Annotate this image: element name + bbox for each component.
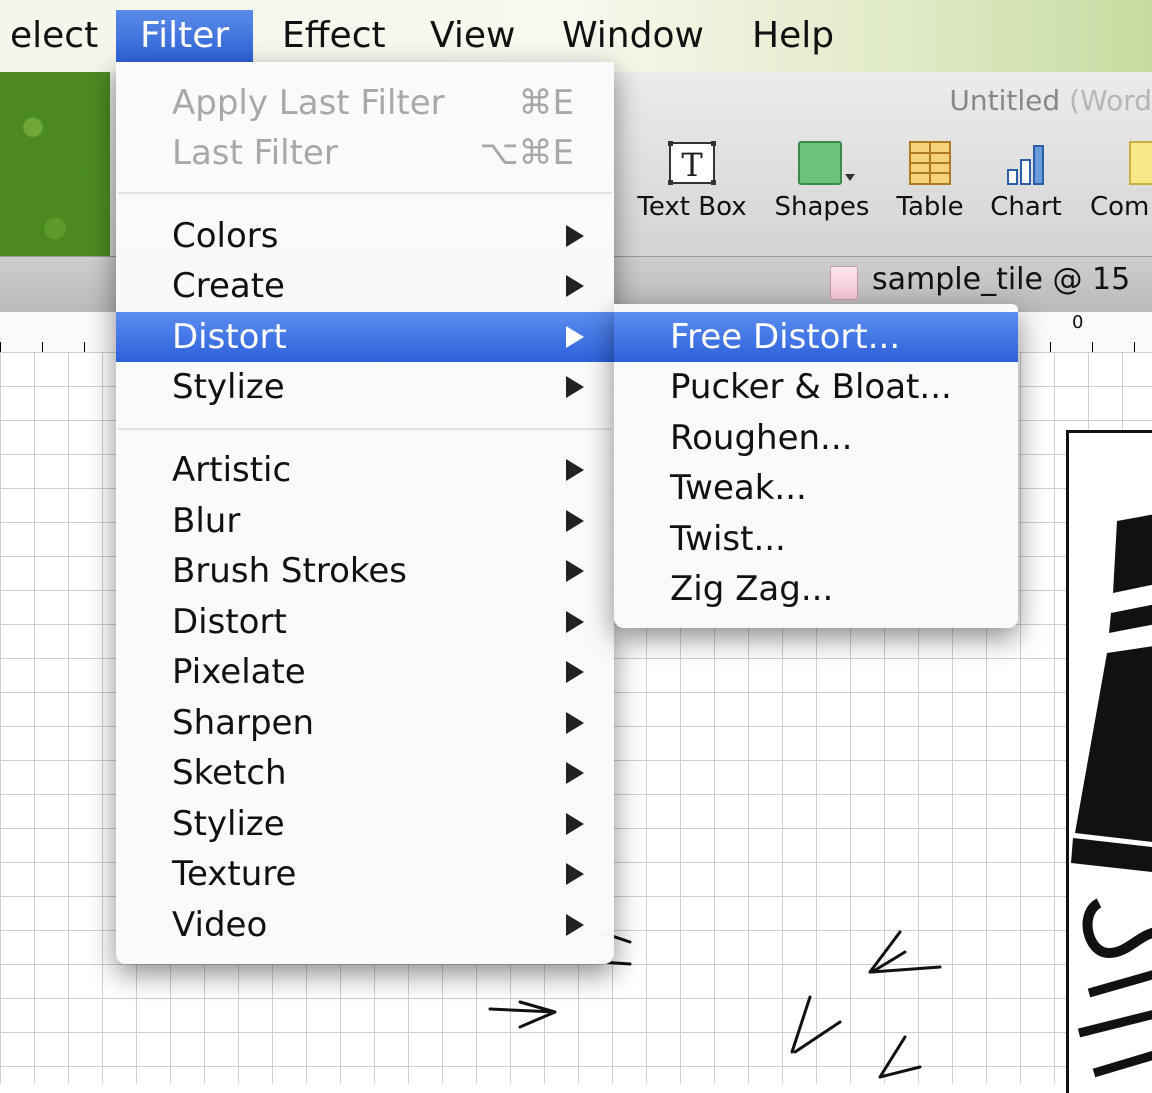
submenu-arrow-icon xyxy=(566,376,584,398)
sketch-item[interactable]: Sketch xyxy=(116,748,614,798)
free-distort-item[interactable]: Free Distort... xyxy=(614,312,1018,362)
text-box-icon: T xyxy=(668,141,716,185)
submenu-arrow-icon xyxy=(566,225,584,247)
menu-filter[interactable]: Filter xyxy=(116,10,254,62)
menu-help[interactable]: Help xyxy=(752,14,834,58)
submenu-arrow-icon xyxy=(566,326,584,348)
brush-strokes-item[interactable]: Brush Strokes xyxy=(116,546,614,596)
tile-artwork xyxy=(1071,514,1152,1078)
submenu-arrow-icon xyxy=(566,914,584,936)
document-file-icon xyxy=(830,266,858,300)
desktop-background xyxy=(0,72,110,256)
window-title: Untitled (Word xyxy=(949,84,1152,117)
texture-item[interactable]: Texture xyxy=(116,849,614,899)
comment-tool[interactable]: Com xyxy=(1090,140,1152,222)
menu-separator xyxy=(118,428,612,430)
shapes-tool[interactable]: Shapes xyxy=(772,140,872,222)
table-icon xyxy=(909,141,951,185)
distort-submenu: Free Distort... Pucker & Bloat... Roughe… xyxy=(614,304,1018,628)
submenu-arrow-icon xyxy=(566,510,584,532)
shapes-icon xyxy=(798,141,855,185)
menu-effect[interactable]: Effect xyxy=(282,14,386,58)
sharpen-item[interactable]: Sharpen xyxy=(116,698,614,748)
submenu-arrow-icon xyxy=(566,762,584,784)
submenu-arrow-icon xyxy=(566,813,584,835)
chart-tool[interactable]: Chart xyxy=(988,140,1064,222)
last-filter-item[interactable]: Last Filter ⌥⌘E xyxy=(116,128,614,178)
pucker-bloat-item[interactable]: Pucker & Bloat... xyxy=(614,362,1018,412)
distort-item[interactable]: Distort xyxy=(116,312,614,362)
submenu-arrow-icon xyxy=(566,661,584,683)
submenu-arrow-icon xyxy=(566,712,584,734)
submenu-arrow-icon xyxy=(566,459,584,481)
submenu-arrow-icon xyxy=(566,611,584,633)
video-item[interactable]: Video xyxy=(116,900,614,950)
svg-text:T: T xyxy=(681,146,703,184)
stylize-photoshop-item[interactable]: Stylize xyxy=(116,799,614,849)
roughen-item[interactable]: Roughen... xyxy=(614,413,1018,463)
filter-menu: Apply Last Filter ⌘E Last Filter ⌥⌘E Col… xyxy=(116,62,614,964)
submenu-arrow-icon xyxy=(566,275,584,297)
document-tab-title[interactable]: sample_tile @ 15 xyxy=(872,262,1130,297)
apply-last-filter-item[interactable]: Apply Last Filter ⌘E xyxy=(116,78,614,128)
ruler-zero-label: 0 xyxy=(1072,312,1084,333)
menu-window[interactable]: Window xyxy=(562,14,704,58)
create-item[interactable]: Create xyxy=(116,261,614,311)
menu-select[interactable]: elect xyxy=(10,14,98,58)
zig-zag-item[interactable]: Zig Zag... xyxy=(614,564,1018,614)
menu-view[interactable]: View xyxy=(430,14,515,58)
table-tool[interactable]: Table xyxy=(890,140,970,222)
colors-item[interactable]: Colors xyxy=(116,211,614,261)
twist-item[interactable]: Twist... xyxy=(614,514,1018,564)
stylize-item[interactable]: Stylize xyxy=(116,362,614,412)
submenu-arrow-icon xyxy=(566,863,584,885)
artboard xyxy=(1066,430,1152,1093)
distort-photoshop-item[interactable]: Distort xyxy=(116,597,614,647)
menu-separator xyxy=(118,192,612,194)
submenu-arrow-icon xyxy=(566,560,584,582)
chart-icon xyxy=(1007,145,1044,185)
tweak-item[interactable]: Tweak... xyxy=(614,463,1018,513)
text-box-tool[interactable]: T Text Box xyxy=(632,140,752,222)
artistic-item[interactable]: Artistic xyxy=(116,445,614,495)
comment-icon xyxy=(1129,141,1152,185)
blur-item[interactable]: Blur xyxy=(116,496,614,546)
pixelate-item[interactable]: Pixelate xyxy=(116,647,614,697)
